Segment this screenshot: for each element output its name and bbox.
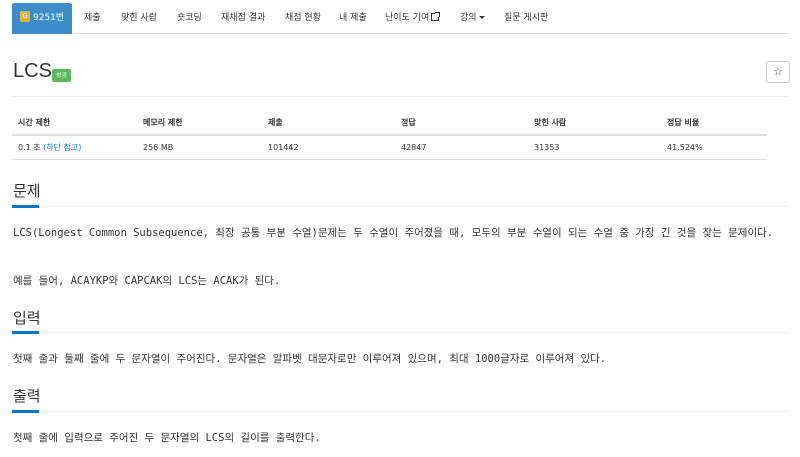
cell-time-limit: 0.1 초 (하단 참고) bbox=[18, 136, 81, 160]
input-description: 첫째 줄과 둘째 줄에 두 문자열이 주어진다. 문자열은 알파벳 대문자로만 … bbox=[13, 353, 607, 365]
problem-nav-tabs: G 9251번 제출 맞힌 사람 숏코딩 재채점 결과 채점 현황 내 제출 난이… bbox=[12, 3, 788, 34]
tab-lectures[interactable]: 강의 bbox=[460, 3, 485, 33]
output-heading: 출력 bbox=[13, 387, 41, 405]
header-accept-ratio: 정답 비율 bbox=[667, 118, 700, 127]
cell-solved-users: 31353 bbox=[534, 143, 560, 152]
heading-accent bbox=[12, 331, 39, 334]
star-button[interactable]: ☆ bbox=[766, 61, 790, 83]
heading-accent bbox=[12, 410, 39, 413]
output-description: 첫째 줄에 입력으로 주어진 두 문자열의 LCS의 길이를 출력한다. bbox=[13, 432, 321, 444]
output-heading-rule bbox=[12, 410, 788, 413]
tab-lectures-label: 강의 bbox=[460, 13, 477, 23]
heading-accent bbox=[12, 205, 39, 208]
tab-rejudge-results[interactable]: 재채점 결과 bbox=[221, 3, 265, 33]
cell-memory-limit: 256 MB bbox=[143, 143, 174, 152]
time-limit-note-link[interactable]: (하단 참고) bbox=[43, 143, 81, 152]
table-row: 0.1 초 (하단 참고) 256 MB 101442 42847 31353 … bbox=[12, 136, 767, 160]
problem-heading: 문제 bbox=[13, 182, 41, 200]
cell-accept-ratio: 41.524% bbox=[667, 143, 703, 152]
tab-judge-status[interactable]: 채점 현황 bbox=[285, 3, 321, 33]
cell-accepted: 42847 bbox=[401, 143, 427, 152]
tab-problem[interactable]: G 9251번 bbox=[12, 3, 73, 34]
problem-info-table: 시간 제한 메모리 제한 제출 정답 맞힌 사람 정답 비율 0.1 초 (하단… bbox=[12, 110, 767, 160]
problem-description: LCS(Longest Common Subsequence, 최장 공통 부분… bbox=[13, 227, 774, 239]
tab-difficulty-contribution[interactable]: 난이도 기여 bbox=[385, 3, 441, 33]
tab-problem-label: 9251번 bbox=[33, 13, 65, 23]
problem-heading-rule bbox=[12, 205, 788, 208]
title-divider bbox=[12, 96, 788, 97]
tab-short-coding[interactable]: 숏코딩 bbox=[177, 3, 202, 33]
input-heading: 입력 bbox=[13, 309, 41, 327]
header-accepted: 정답 bbox=[401, 118, 416, 127]
tab-difficulty-label: 난이도 기여 bbox=[385, 13, 430, 23]
external-link-icon bbox=[431, 11, 441, 21]
header-time-limit: 시간 제한 bbox=[18, 118, 51, 127]
header-solved-users: 맞힌 사람 bbox=[534, 118, 567, 127]
header-submissions: 제출 bbox=[268, 118, 283, 127]
status-badge: 성공 bbox=[52, 69, 72, 82]
tier-badge-icon: G bbox=[20, 11, 30, 22]
time-limit-value: 0.1 초 bbox=[18, 143, 44, 152]
star-icon: ☆ bbox=[773, 65, 783, 78]
tab-my-submissions[interactable]: 내 제출 bbox=[339, 3, 367, 33]
problem-title: LCS bbox=[13, 60, 52, 82]
table-header-row: 시간 제한 메모리 제한 제출 정답 맞힌 사람 정답 비율 bbox=[12, 110, 767, 136]
header-memory-limit: 메모리 제한 bbox=[143, 118, 183, 127]
cell-submissions: 101442 bbox=[268, 143, 299, 152]
problem-example: 예를 들어, ACAYKP와 CAPCAK의 LCS는 ACAK가 된다. bbox=[13, 275, 281, 287]
tab-submit[interactable]: 제출 bbox=[84, 3, 101, 33]
input-heading-rule bbox=[12, 331, 788, 334]
caret-down-icon bbox=[478, 16, 485, 19]
tab-qna-board[interactable]: 질문 게시판 bbox=[504, 3, 548, 33]
tab-solved-users[interactable]: 맞힌 사람 bbox=[121, 3, 157, 33]
